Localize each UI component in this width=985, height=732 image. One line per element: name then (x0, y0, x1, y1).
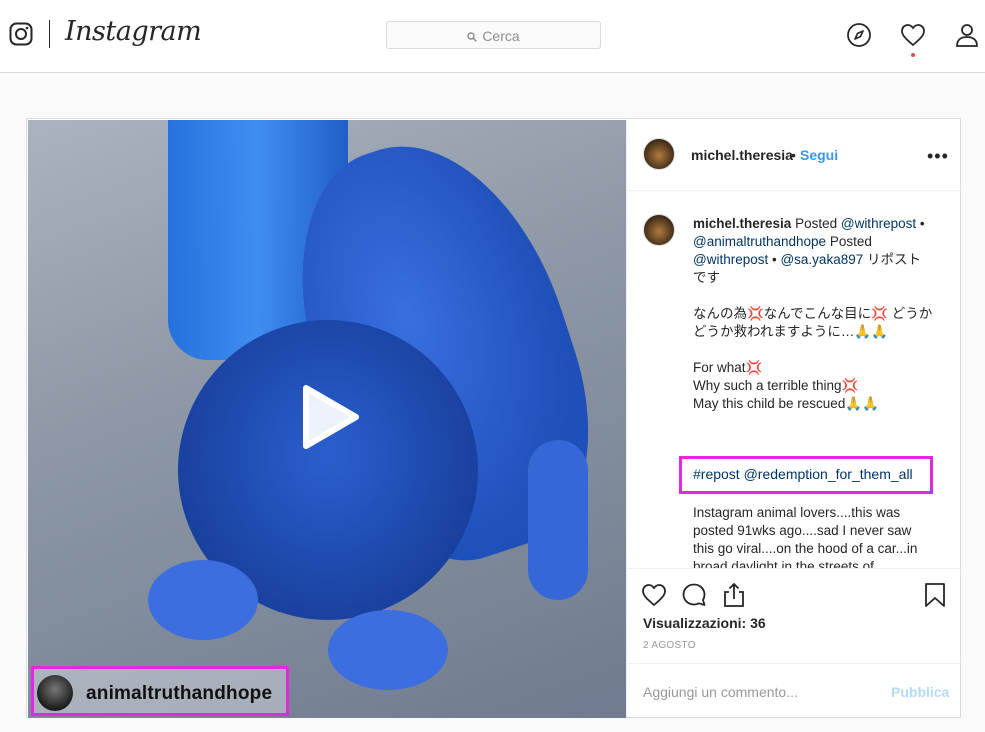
mention-link[interactable]: @withrepost (693, 252, 768, 267)
caption-japanese-paragraph: なんの為💢なんでこんな目に💢 どうかどうか救われますように…🙏🙏 (693, 306, 933, 339)
caption-username[interactable]: michel.theresia (693, 216, 791, 231)
heart-icon[interactable] (900, 22, 926, 48)
search-icon (467, 32, 478, 42)
more-options-button[interactable]: ••• (927, 146, 949, 167)
video-frame-paw (148, 560, 258, 640)
explore-compass-icon[interactable] (846, 22, 872, 48)
video-frame-paw (328, 610, 448, 690)
caption-english-line: Why such a terrible thing💢 (693, 378, 859, 393)
comment-input[interactable]: Aggiungi un commento... (643, 684, 798, 700)
follow-button[interactable]: Segui (800, 147, 838, 163)
publish-button[interactable]: Pubblica (891, 684, 949, 700)
tag-avatar (37, 675, 73, 711)
search-placeholder: Cerca (482, 28, 520, 44)
instagram-wordmark[interactable]: Instagram (65, 16, 202, 47)
profile-icon[interactable] (954, 22, 980, 48)
post-date[interactable]: 2 AGOSTO (643, 640, 696, 651)
mention-link[interactable]: @sa.yaka897 (780, 252, 863, 267)
caption-text-fragment: Posted (829, 234, 872, 249)
top-navigation-bar: Instagram Cerca (0, 0, 985, 73)
view-count[interactable]: Visualizzazioni: 36 (643, 615, 766, 631)
like-heart-icon[interactable] (641, 582, 667, 608)
separator-dot: • (791, 147, 796, 163)
share-icon[interactable] (721, 582, 747, 608)
search-input[interactable]: Cerca (386, 21, 601, 49)
notification-dot (911, 53, 915, 57)
post-card: animaltruthandhope michel.theresia • Seg… (26, 118, 962, 718)
mention-link[interactable]: @animaltruthandhope (693, 234, 826, 249)
caption-english-line: For what💢 (693, 360, 763, 375)
caption-body: Instagram animal lovers....this was post… (693, 505, 918, 568)
video-player[interactable]: animaltruthandhope (28, 120, 626, 718)
caption-english-line: May this child be rescued🙏🙏 (693, 396, 879, 411)
hashtag-link[interactable]: #repost @redemption_for_them_all (693, 466, 913, 482)
avatar[interactable] (643, 214, 675, 246)
post-actions: Visualizzazioni: 36 2 AGOSTO (627, 568, 962, 663)
tag-username: animaltruthandhope (86, 683, 273, 704)
caption-text: michel.theresia Posted @withrepost • @an… (693, 216, 933, 411)
mention-link[interactable]: @withrepost (841, 216, 916, 231)
bookmark-icon[interactable] (922, 582, 948, 608)
video-frame-leg (528, 440, 588, 600)
video-user-tag[interactable]: animaltruthandhope (31, 666, 289, 716)
add-comment-bar: Aggiungi un commento... Pubblica (627, 663, 962, 717)
highlighted-hashtag-box: #repost @redemption_for_them_all (679, 456, 933, 494)
caption-text-fragment: Posted (795, 216, 838, 231)
instagram-glyph-icon[interactable] (9, 22, 33, 46)
logo-divider (49, 20, 50, 48)
post-header: michel.theresia • Segui ••• (627, 119, 962, 191)
post-sidebar: michel.theresia • Segui ••• michel.there… (626, 119, 962, 717)
avatar[interactable] (643, 138, 675, 170)
play-icon[interactable] (298, 382, 362, 452)
caption-area: michel.theresia Posted @withrepost • @an… (627, 192, 962, 568)
author-username[interactable]: michel.theresia (691, 147, 793, 163)
comment-icon[interactable] (681, 582, 707, 608)
